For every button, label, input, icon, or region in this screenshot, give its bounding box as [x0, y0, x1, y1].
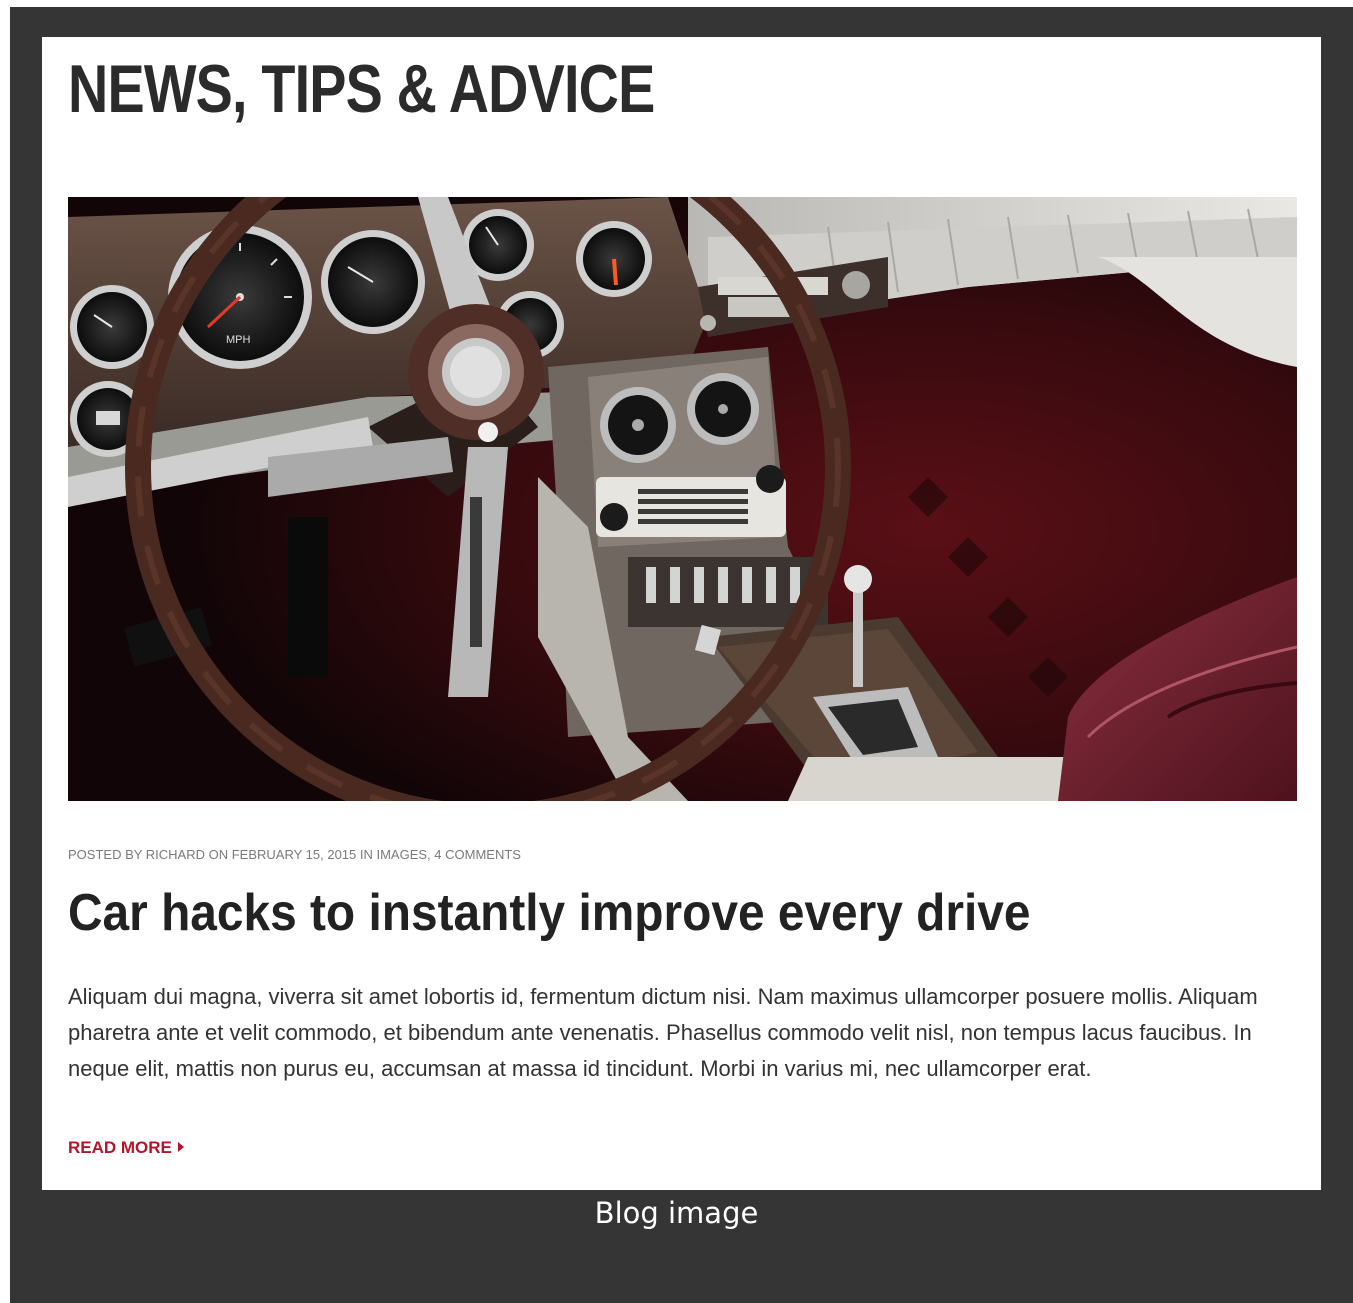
read-more-link[interactable]: READ MORE	[68, 1138, 184, 1158]
post-excerpt: Aliquam dui magna, viverra sit amet lobo…	[68, 984, 1258, 1081]
post-title[interactable]: Car hacks to instantly improve every dri…	[68, 881, 1031, 945]
blog-panel: NEWS, TIPS & ADVICE MPH POSTED BY RICHAR…	[42, 37, 1321, 1190]
post-meta: POSTED BY RICHARD ON FEBRUARY 15, 2015 I…	[68, 847, 525, 862]
section-heading: NEWS, TIPS & ADVICE	[68, 51, 655, 127]
image-caption: Blog image	[594, 1196, 759, 1230]
post-meta-text: POSTED BY RICHARD ON FEBRUARY 15, 2015 I…	[68, 847, 521, 862]
blog-post-image[interactable]: MPH	[68, 197, 1297, 801]
speedometer-label: MPH	[226, 334, 251, 346]
caret-right-icon	[177, 1142, 184, 1152]
read-more-label: READ MORE	[68, 1138, 172, 1157]
